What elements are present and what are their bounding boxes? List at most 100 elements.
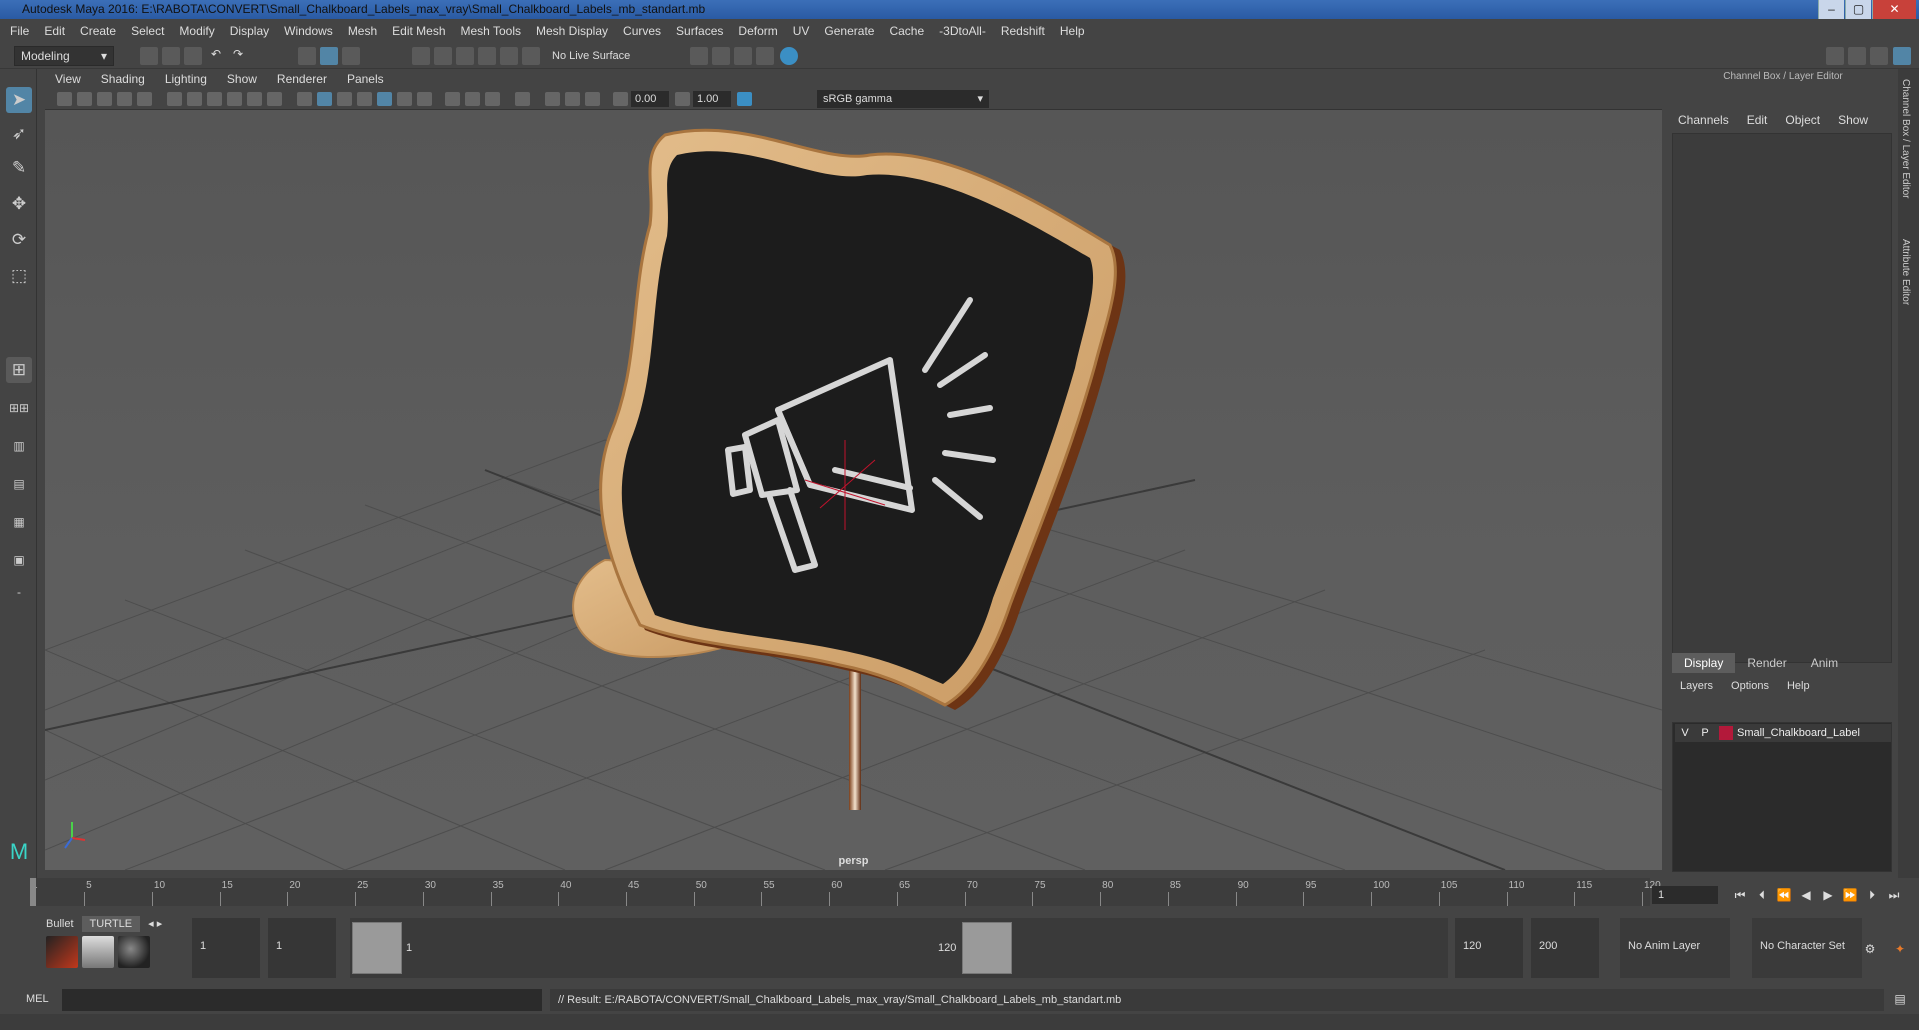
ipr-render-icon[interactable] (734, 47, 752, 65)
snap-curve-icon[interactable] (434, 47, 452, 65)
single-perspective-view-icon[interactable]: ⊞ (6, 357, 32, 383)
anim-layer-select[interactable]: No Anim Layer (1620, 918, 1730, 978)
range-end-handle[interactable] (962, 922, 1012, 974)
gate-mask-icon[interactable] (227, 92, 242, 106)
layout-icon[interactable] (1848, 47, 1866, 65)
shadows-icon[interactable] (445, 92, 460, 106)
perspective-viewport[interactable]: persp (45, 110, 1662, 870)
smooth-shade-icon[interactable] (317, 92, 332, 106)
viewport-menu-panels[interactable]: Panels (347, 72, 384, 86)
exposure-field[interactable]: 0.00 (631, 91, 669, 107)
select-tool-icon[interactable]: ➤ (6, 87, 32, 113)
lights-icon[interactable] (357, 92, 372, 106)
textured-icon[interactable] (337, 92, 352, 106)
menu-3dtoall[interactable]: -3DtoAll- (939, 24, 986, 38)
menu-channel-edit[interactable]: Edit (1747, 113, 1768, 127)
menu-help[interactable]: Help (1060, 24, 1085, 38)
menu-channel-show[interactable]: Show (1838, 113, 1868, 127)
playback-end-field[interactable]: 120 (1455, 918, 1523, 978)
wireframe-icon[interactable] (297, 92, 312, 106)
menu-uv[interactable]: UV (793, 24, 810, 38)
exposure-icon[interactable] (613, 92, 628, 106)
ambient-occlusion-icon[interactable] (417, 92, 432, 106)
shelf-scroll-arrows-icon[interactable]: ◂ ▸ (140, 916, 170, 932)
resolution-gate-icon[interactable] (207, 92, 222, 106)
maximize-button[interactable]: ▢ (1845, 0, 1871, 19)
range-slider-track[interactable] (350, 918, 1448, 978)
menu-layers[interactable]: Layers (1680, 680, 1713, 692)
snap-point-icon[interactable] (456, 47, 474, 65)
tab-display[interactable]: Display (1672, 653, 1736, 673)
hypershade-icon[interactable] (780, 47, 798, 65)
step-forward-icon[interactable]: ⏵ (1862, 886, 1882, 904)
scale-tool-icon[interactable]: ⬚ (6, 263, 32, 289)
time-ruler[interactable]: 1510152025303540455055606570758085909510… (30, 878, 1661, 906)
step-forward-key-icon[interactable]: ⏩ (1840, 886, 1860, 904)
anim-prefs-icon[interactable]: ✦ (1890, 940, 1910, 958)
gamma-icon[interactable] (675, 92, 690, 106)
color-space-select[interactable]: sRGB gamma ▾ (817, 90, 989, 108)
layer-visibility-toggle[interactable]: V (1675, 727, 1695, 739)
menu-object[interactable]: Object (1785, 113, 1820, 127)
viewport-menu-lighting[interactable]: Lighting (165, 72, 207, 86)
menu-create[interactable]: Create (80, 24, 116, 38)
more-layouts-icon[interactable]: - (6, 579, 32, 605)
workspace-icon[interactable] (1826, 47, 1844, 65)
paint-select-tool-icon[interactable]: ✎ (6, 155, 32, 181)
tab-attribute-editor[interactable]: Attribute Editor (1900, 239, 1911, 305)
viewport-menu-shading[interactable]: Shading (101, 72, 145, 86)
tab-channel-box-layer-editor[interactable]: Channel Box / Layer Editor (1900, 79, 1911, 199)
minimize-button[interactable]: – (1818, 0, 1844, 19)
playback-start-field[interactable]: 1 (268, 918, 336, 978)
menu-generate[interactable]: Generate (824, 24, 874, 38)
save-scene-icon[interactable] (184, 47, 202, 65)
current-time-marker[interactable] (30, 878, 36, 906)
two-view-icon[interactable]: ▥ (6, 433, 32, 459)
play-forward-icon[interactable]: ▶ (1818, 886, 1838, 904)
camera-select-icon[interactable] (57, 92, 72, 106)
hypershade-layout-icon[interactable]: ▣ (6, 547, 32, 573)
playblast-icon[interactable] (585, 92, 600, 106)
menu-select[interactable]: Select (131, 24, 164, 38)
grease-pencil-icon[interactable] (137, 92, 152, 106)
step-back-key-icon[interactable]: ⏪ (1774, 886, 1794, 904)
move-tool-icon[interactable]: ✥ (6, 191, 32, 217)
key-prefs-icon[interactable]: ⚙ (1860, 940, 1880, 958)
rotate-tool-icon[interactable]: ⟳ (6, 227, 32, 253)
gamma-field[interactable]: 1.00 (693, 91, 731, 107)
tab-render[interactable]: Render (1735, 653, 1798, 673)
command-input[interactable] (62, 989, 542, 1011)
go-to-start-icon[interactable]: ⏮ (1730, 886, 1750, 904)
layer-playback-toggle[interactable]: P (1695, 727, 1715, 739)
film-gate-icon[interactable] (187, 92, 202, 106)
menu-display[interactable]: Display (230, 24, 269, 38)
grid-icon[interactable] (167, 92, 182, 106)
current-frame-field[interactable]: 1 (1652, 886, 1718, 904)
sphere-shelf-icon[interactable] (118, 936, 150, 968)
menu-layer-help[interactable]: Help (1787, 680, 1810, 692)
live-icon[interactable] (522, 47, 540, 65)
end-time-field[interactable]: 200 (1531, 918, 1599, 978)
menu-windows[interactable]: Windows (284, 24, 333, 38)
anti-alias-icon[interactable] (485, 92, 500, 106)
render-view-icon[interactable] (690, 47, 708, 65)
image-plane-icon[interactable] (117, 92, 132, 106)
menu-curves[interactable]: Curves (623, 24, 661, 38)
mode-select[interactable]: Modeling ▾ (14, 46, 114, 66)
menu-cache[interactable]: Cache (889, 24, 924, 38)
xray-icon[interactable] (377, 92, 392, 106)
hud-icon[interactable] (545, 92, 560, 106)
new-scene-icon[interactable] (140, 47, 158, 65)
menu-mesh[interactable]: Mesh (348, 24, 377, 38)
menu-mesh-tools[interactable]: Mesh Tools (461, 24, 521, 38)
render-settings-icon[interactable] (756, 47, 774, 65)
channel-box-toggle-icon[interactable] (1893, 47, 1911, 65)
outliner-icon[interactable] (1870, 47, 1888, 65)
open-scene-icon[interactable] (162, 47, 180, 65)
isolate-icon[interactable] (397, 92, 412, 106)
script-editor-icon[interactable]: ▤ (1890, 990, 1910, 1008)
redo-icon[interactable]: ↷ (229, 47, 247, 65)
layer-color-swatch[interactable] (1719, 726, 1733, 740)
menu-file[interactable]: File (10, 24, 29, 38)
layer-name[interactable]: Small_Chalkboard_Label (1737, 727, 1860, 739)
